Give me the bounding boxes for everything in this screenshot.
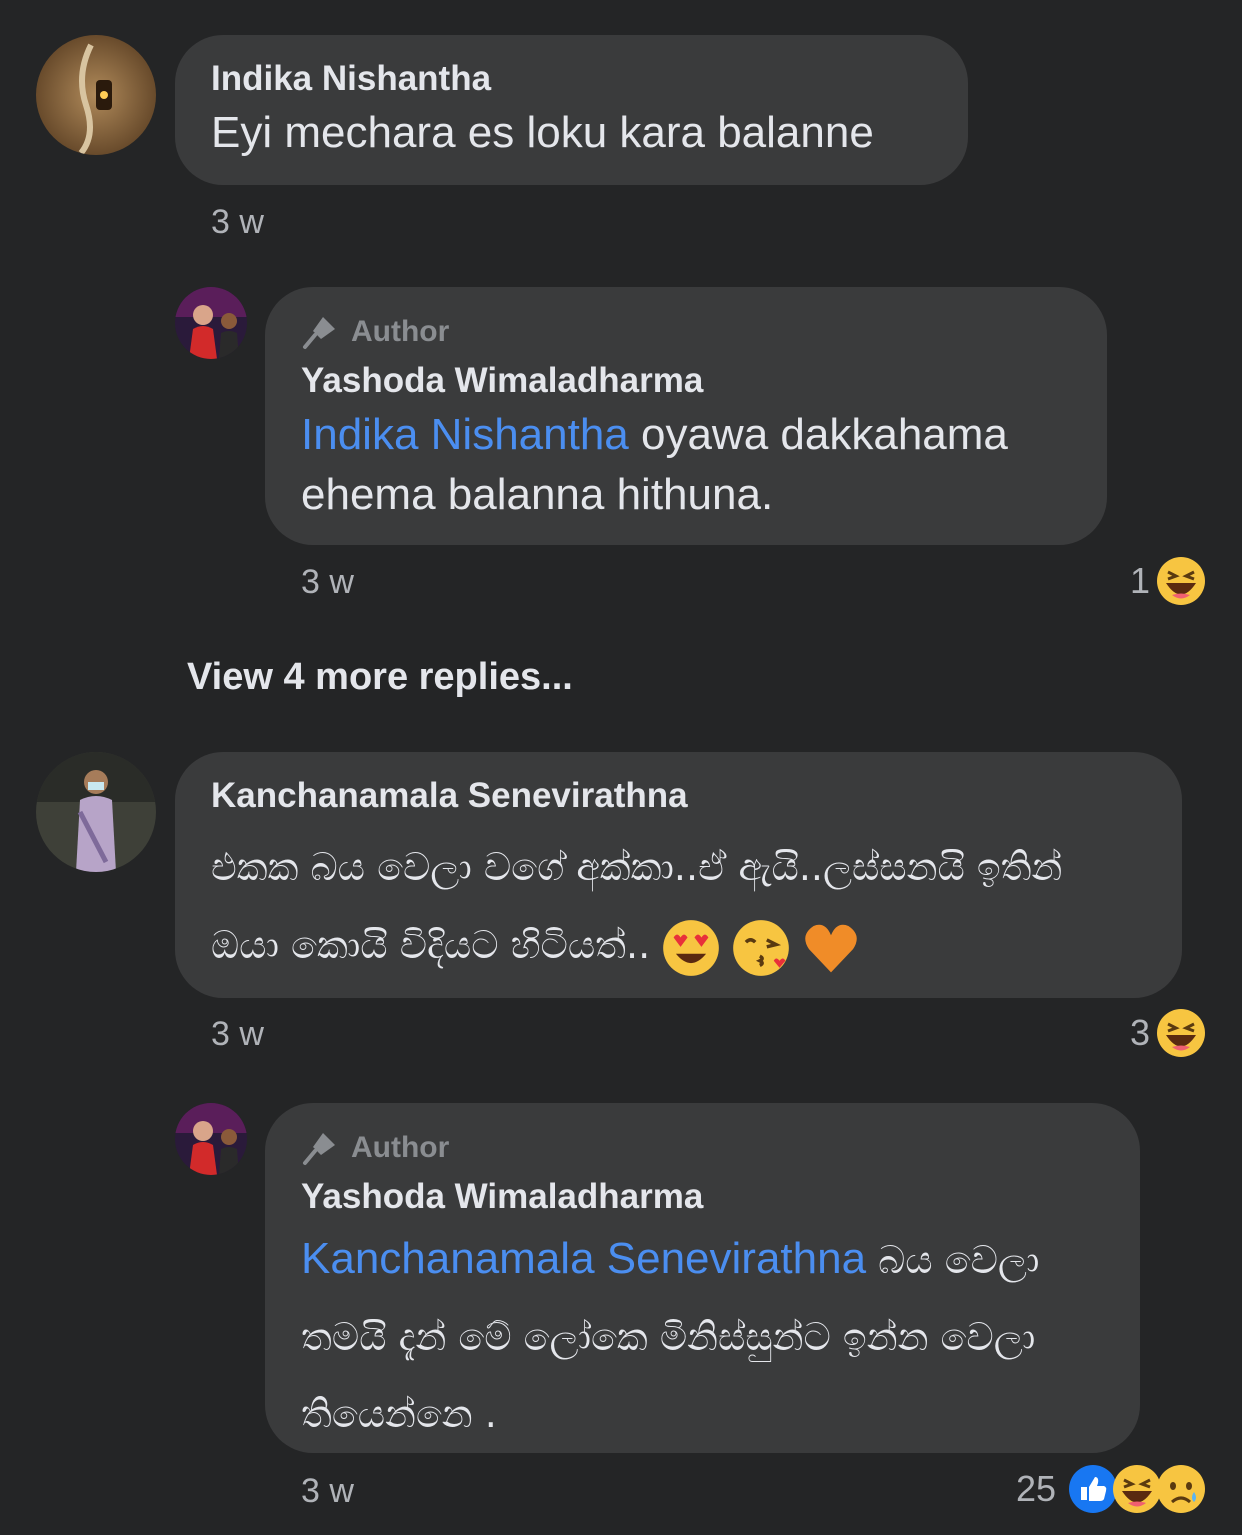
reply-author[interactable]: Yashoda Wimaladharma [301, 1177, 1104, 1217]
author-badge-label: Author [351, 315, 450, 348]
reply-text: Indika Nishantha oyawa dakkahama ehema b… [301, 405, 1071, 525]
microphone-icon [303, 317, 335, 349]
haha-emoji-icon [1113, 1465, 1161, 1513]
avatar-yashoda[interactable] [175, 287, 247, 359]
comment-text: එකක බය වෙලා වගේ අක්කා..ඒ ඇයි..ලස්සනයි ඉත… [211, 828, 1146, 984]
reaction-count: 1 [1129, 560, 1150, 601]
avatar-yashoda[interactable] [175, 1103, 247, 1175]
reply-text-part: බය වෙලා [866, 1238, 1040, 1282]
heart-eyes-emoji-icon [663, 919, 720, 976]
orange-heart-icon [805, 924, 858, 972]
reply-text-line2: තමයි දැන් මේ ලෝකෙ මිනිස්සුන්ට ඉන්න වෙලා [301, 1315, 1036, 1359]
reply-text-line2: ehema balanna hithuna. [301, 470, 774, 519]
comment-text: Eyi mechara es loku kara balanne [211, 108, 874, 157]
author-badge: Author [301, 1129, 1104, 1167]
avatar-indika[interactable] [36, 35, 156, 155]
haha-emoji-icon [1157, 1009, 1205, 1057]
mention-link[interactable]: Indika Nishantha [301, 410, 629, 459]
mention-link[interactable]: Kanchanamala Senevirathna [301, 1234, 866, 1283]
reply-author[interactable]: Yashoda Wimaladharma [301, 361, 1071, 401]
like-icon [1069, 1465, 1117, 1513]
comment-author[interactable]: Kanchanamala Senevirathna [211, 776, 1146, 816]
comment-bubble: Indika Nishantha Eyi mechara es loku kar… [175, 35, 968, 185]
comment-bubble: Kanchanamala Senevirathna එකක බය වෙලා වග… [175, 752, 1182, 998]
reply-text: Kanchanamala Senevirathna බය වෙලා තමයි ද… [301, 1221, 1104, 1452]
comment-time[interactable]: 3 w [211, 203, 264, 242]
reply-time[interactable]: 3 w [301, 1472, 354, 1511]
author-badge: Author [301, 313, 1071, 351]
view-more-replies[interactable]: View 4 more replies... [187, 656, 573, 699]
reaction-summary[interactable]: 3 [1130, 1008, 1206, 1058]
haha-emoji-icon [1157, 557, 1205, 605]
reply-bubble: Author Yashoda Wimaladharma Indika Nisha… [265, 287, 1107, 545]
reaction-summary[interactable]: 25 [1016, 1464, 1206, 1514]
reaction-summary[interactable]: 1 [1130, 556, 1206, 606]
sad-emoji-icon [1157, 1465, 1205, 1513]
reply-text-line3: තියෙන්නෙ . [301, 1392, 497, 1436]
kiss-emoji-icon [733, 919, 790, 976]
reply-time[interactable]: 3 w [301, 563, 354, 602]
comment-author[interactable]: Indika Nishantha [211, 59, 932, 99]
reply-text-part: oyawa dakkahama [628, 410, 1008, 459]
author-badge-label: Author [351, 1131, 450, 1164]
avatar-kanchanamala[interactable] [36, 752, 156, 872]
comment-text-line1: එකක බය වෙලා වගේ අක්කා..ඒ ඇයි..ලස්සනයි ඉත… [211, 845, 1063, 889]
microphone-icon [303, 1133, 335, 1165]
reaction-count: 25 [1015, 1468, 1056, 1509]
reaction-count: 3 [1129, 1012, 1150, 1053]
comment-time[interactable]: 3 w [211, 1015, 264, 1054]
reply-bubble: Author Yashoda Wimaladharma Kanchanamala… [265, 1103, 1140, 1453]
comment-text-line2: ඔයා කොයි විදියට හිටියත්.. [211, 923, 651, 967]
